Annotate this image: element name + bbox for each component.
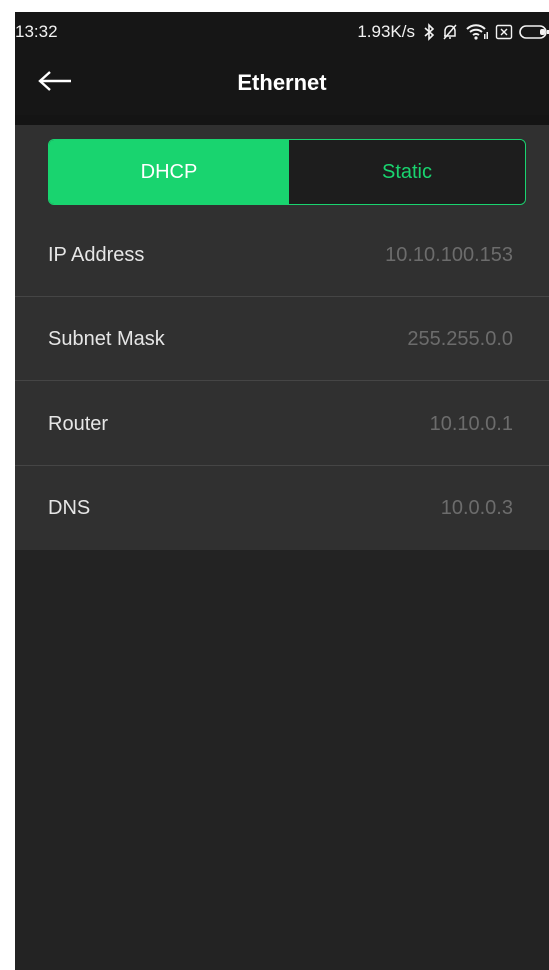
dns-row: DNS 10.0.0.3 bbox=[15, 466, 549, 550]
router-value: 10.10.0.1 bbox=[429, 413, 513, 435]
app-bar: Ethernet bbox=[15, 52, 549, 115]
router-row: Router 10.10.0.1 bbox=[15, 382, 549, 466]
static-option[interactable]: Static bbox=[289, 140, 525, 204]
ip-address-value: 10.10.100.153 bbox=[385, 244, 513, 266]
network-speed: 1.93K/s bbox=[357, 22, 415, 41]
mode-toggle: DHCP Static bbox=[48, 139, 526, 205]
subnet-mask-row: Subnet Mask 255.255.0.0 bbox=[15, 297, 549, 381]
settings-panel: DHCP Static IP Address 10.10.100.153 Sub… bbox=[15, 125, 549, 550]
phone-screen: 13:32 1.93K/s Ethernet DHCP Static IP Ad… bbox=[15, 12, 549, 970]
wifi-icon bbox=[465, 23, 489, 41]
status-time: 13:32 bbox=[15, 22, 58, 41]
dns-value: 10.0.0.3 bbox=[440, 497, 513, 519]
battery-icon bbox=[519, 24, 549, 40]
bell-off-icon bbox=[441, 23, 459, 41]
header-divider bbox=[15, 115, 549, 125]
row-divider bbox=[15, 380, 549, 381]
bluetooth-icon bbox=[423, 23, 435, 41]
page-title: Ethernet bbox=[237, 70, 327, 95]
status-icons: 1.93K/s bbox=[357, 20, 549, 44]
dns-label: DNS bbox=[48, 497, 91, 519]
sim-none-icon bbox=[495, 24, 513, 40]
ip-address-row: IP Address 10.10.100.153 bbox=[15, 213, 549, 297]
ip-address-label: IP Address bbox=[48, 244, 145, 266]
router-label: Router bbox=[48, 413, 109, 435]
dhcp-option[interactable]: DHCP bbox=[49, 140, 289, 204]
status-bar: 13:32 1.93K/s bbox=[15, 12, 549, 52]
subnet-mask-label: Subnet Mask bbox=[48, 328, 165, 350]
subnet-mask-value: 255.255.0.0 bbox=[407, 328, 513, 350]
